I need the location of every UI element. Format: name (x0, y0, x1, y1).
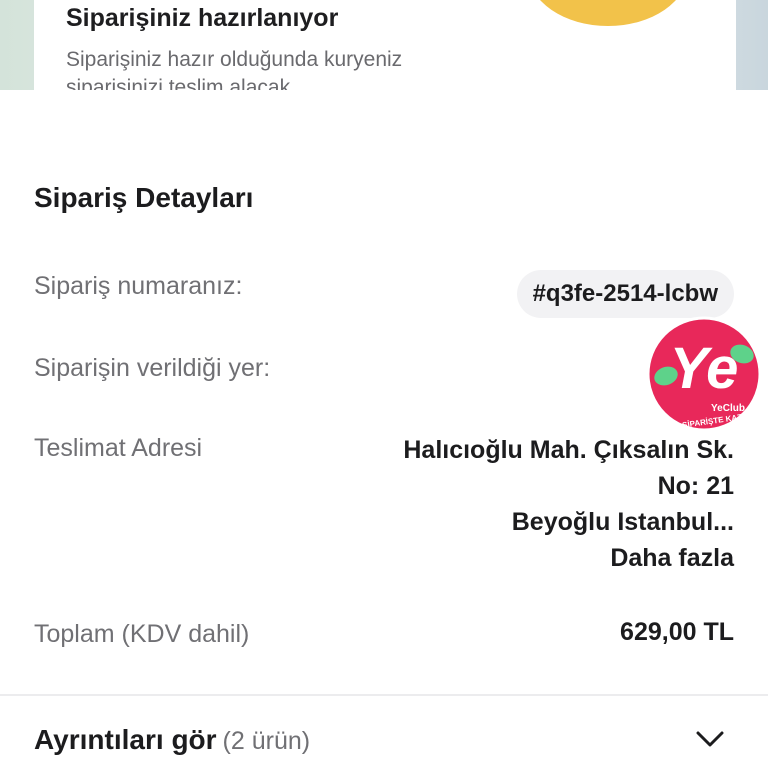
address-line: No: 21 (657, 472, 734, 500)
item-count: (2 ürün) (222, 727, 311, 755)
yeclub-logo-text: Ye (670, 336, 739, 401)
status-banner: Siparişiniz hazırlanıyor Siparişiniz haz… (0, 0, 768, 90)
section-divider (0, 694, 768, 696)
delivery-address-label: Teslimat Adresi (34, 434, 203, 462)
status-illustration (528, 0, 688, 26)
see-details-toggle[interactable]: Ayrıntıları gör (2 ürün) (0, 700, 768, 768)
order-number-label: Sipariş numaranız: (34, 272, 243, 300)
order-number-chip[interactable]: #q3fe-2514-lcbw (516, 270, 734, 318)
address-more-link[interactable]: Daha fazla (314, 540, 734, 576)
delivery-address: Halıcıoğlu Mah. Çıksalın Sk. No: 21 Beyo… (314, 432, 734, 576)
see-details-text: Ayrıntıları gör (34, 724, 217, 755)
total-label: Toplam (KDV dahil) (34, 620, 250, 648)
total-value: 629,00 TL (620, 618, 734, 646)
order-details-title: Sipariş Detayları (34, 182, 254, 213)
yeclub-badge[interactable]: Ye YeClub HER SİPARİŞTE KAZAN! (644, 316, 764, 436)
chevron-down-icon[interactable] (696, 730, 724, 748)
order-status-card: Siparişiniz hazırlanıyor Siparişiniz haz… (34, 0, 736, 90)
order-status-description: Siparişiniz hazır olduğunda kuryeniz sip… (66, 48, 403, 90)
address-line: Halıcıoğlu Mah. Çıksalın Sk. (403, 436, 734, 464)
see-details-label: Ayrıntıları gör (2 ürün) (34, 724, 310, 756)
order-status-title: Siparişiniz hazırlanıyor (66, 4, 339, 32)
address-line: Beyoğlu Istanbul... (511, 508, 734, 536)
order-placed-at-label: Siparişin verildiği yer: (34, 354, 271, 382)
